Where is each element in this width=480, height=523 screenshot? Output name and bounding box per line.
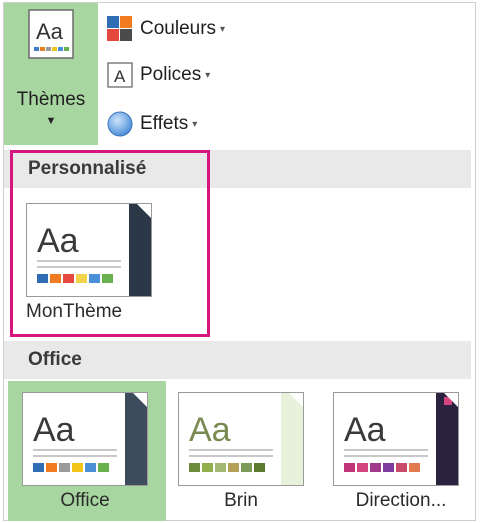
colors-button[interactable]: Couleurs ▾ xyxy=(106,12,225,46)
theme-preview-text: Aa xyxy=(189,411,231,449)
fonts-button[interactable]: A Polices ▾ xyxy=(106,58,210,92)
dropdown-arrow-icon: ▾ xyxy=(205,69,211,81)
dropdown-arrow-icon: ▾ xyxy=(192,118,198,130)
theme-tile-brin[interactable]: Aa Brin xyxy=(178,392,326,520)
theme-name: Brin xyxy=(224,490,258,511)
effects-button[interactable]: Effets ▾ xyxy=(106,107,197,141)
theme-tile-direction[interactable]: Aa Direction... xyxy=(333,392,480,520)
custom-theme-highlight xyxy=(10,150,210,337)
theme-thumbnail: Aa xyxy=(22,392,148,486)
colors-icon xyxy=(107,16,132,41)
theme-name: Office xyxy=(60,490,110,511)
fonts-icon: A xyxy=(107,62,133,88)
theme-preview-text: Aa xyxy=(344,411,386,449)
theme-thumbnail: Aa xyxy=(333,392,459,486)
svg-text:A: A xyxy=(114,67,126,86)
theme-name: Direction... xyxy=(355,490,447,511)
effects-label: Effets xyxy=(140,113,189,134)
themes-button[interactable]: Aa Thèmes ▼ xyxy=(4,3,98,145)
svg-text:Aa: Aa xyxy=(36,19,64,44)
themes-label: Thèmes xyxy=(16,89,86,110)
themes-icon: Aa xyxy=(28,9,74,59)
section-office-header: Office xyxy=(4,341,471,379)
chevron-down-icon: ▼ xyxy=(45,115,57,127)
dropdown-arrow-icon: ▾ xyxy=(220,23,226,35)
theme-tile-office[interactable]: Aa Office xyxy=(22,392,170,520)
colors-label: Couleurs xyxy=(140,18,217,39)
fonts-label: Polices xyxy=(140,64,202,85)
theme-thumbnail: Aa xyxy=(178,392,304,486)
effects-icon xyxy=(107,111,133,137)
theme-preview-text: Aa xyxy=(33,411,75,449)
